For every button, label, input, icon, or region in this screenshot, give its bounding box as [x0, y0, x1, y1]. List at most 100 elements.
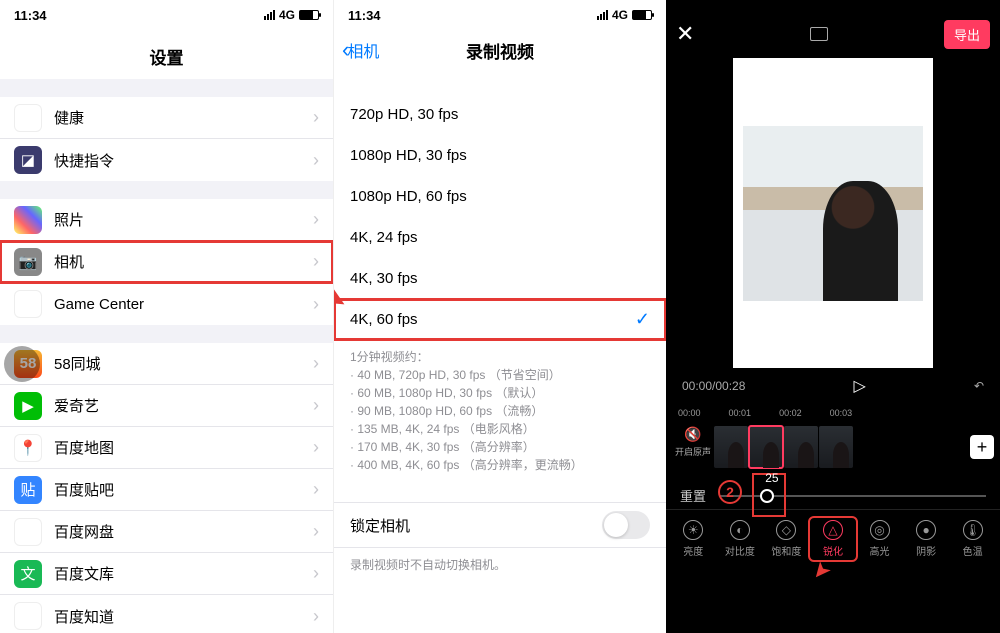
format-option[interactable]: 4K, 60 fps ✓: [334, 299, 666, 340]
play-button[interactable]: ▷: [854, 376, 866, 396]
app-icon: ♥: [14, 104, 42, 132]
adjust-shadows[interactable]: ●阴影: [905, 520, 947, 558]
settings-title: 设置: [0, 30, 333, 79]
app-58[interactable]: 5858同城›: [0, 343, 333, 385]
option-label: 4K, 60 fps: [350, 311, 418, 328]
app-icon: ☁: [14, 518, 42, 546]
chevron-right-icon: ›: [313, 563, 319, 584]
status-bar: 11:34 4G: [334, 0, 666, 30]
preview-canvas: [733, 58, 933, 368]
format-notes: 1分钟视频约： · 40 MB, 720p HD, 30 fps （节省空间）·…: [334, 340, 666, 474]
fullscreen-icon[interactable]: [810, 27, 828, 41]
clip-thumb[interactable]: [784, 426, 818, 468]
adjust-label: 高光: [870, 543, 890, 558]
option-label: 1080p HD, 30 fps: [350, 147, 467, 164]
chevron-right-icon: ›: [313, 395, 319, 416]
adjust-icon: △: [823, 520, 843, 540]
note-line: · 135 MB, 4K, 24 fps （电影风格）: [350, 420, 650, 438]
adjust-brightness[interactable]: ☀ 亮度: [672, 520, 714, 558]
reset-button[interactable]: 重置: [680, 486, 706, 505]
format-option[interactable]: 1080p HD, 60 fps: [334, 176, 666, 217]
close-button[interactable]: ✕: [676, 21, 694, 47]
app-baidu-map[interactable]: 📍百度地图›: [0, 427, 333, 469]
mute-toggle[interactable]: 🔇开启原声: [672, 426, 714, 458]
adjust-icon: ◐: [730, 520, 750, 540]
option-label: 4K, 30 fps: [350, 270, 418, 287]
app-icon: 知: [14, 602, 42, 630]
chevron-right-icon: ›: [313, 251, 319, 272]
adjust-highlights[interactable]: ◎ 高光: [859, 520, 901, 558]
app-baidu-pan[interactable]: ☁ 百度网盘›: [0, 511, 333, 553]
format-option[interactable]: 1080p HD, 30 fps: [334, 135, 666, 176]
app-icon: 贴: [14, 476, 42, 504]
note-line: · 90 MB, 1080p HD, 60 fps （流畅）: [350, 402, 650, 420]
format-option[interactable]: 4K, 24 fps: [334, 217, 666, 258]
lock-camera-label: 锁定相机: [350, 515, 410, 536]
undo-button[interactable]: ↶: [974, 379, 984, 393]
checkmark-icon: ✓: [635, 309, 650, 330]
adjust-label: 阴影: [916, 543, 936, 558]
status-time: 11:34: [348, 8, 381, 23]
battery-icon: [632, 10, 652, 20]
clip-thumb[interactable]: [749, 426, 783, 468]
clip-thumb[interactable]: [819, 426, 853, 468]
app-baidu-wenku[interactable]: 文百度文库›: [0, 553, 333, 595]
adjust-temperature[interactable]: 🌡 色温: [952, 520, 994, 558]
note-line: · 60 MB, 1080p HD, 30 fps （默认）: [350, 384, 650, 402]
signal-icon: [597, 10, 608, 20]
adjust-icon: ◎: [870, 520, 890, 540]
format-option[interactable]: 720p HD, 30 fps: [334, 94, 666, 135]
adjust-label: 色温: [963, 543, 983, 558]
app-icon: ▶: [14, 392, 42, 420]
row-label: 健康: [54, 107, 313, 128]
format-option[interactable]: 4K, 30 fps: [334, 258, 666, 299]
adjust-label: 对比度: [725, 543, 755, 558]
row-label: 百度贴吧: [54, 479, 313, 500]
settings-panel: 11:34 4G 设置 ♥ 健康 › ◪快捷指令› 照片›📷相机›◉Game Cente…: [0, 0, 333, 633]
settings-gamecenter[interactable]: ◉Game Center›: [0, 283, 333, 325]
clip-thumb[interactable]: [714, 426, 748, 468]
chevron-right-icon: ›: [313, 209, 319, 230]
video-editor-panel: ✕ 导出 00:00/00:28 ▷ ↶ 00:0000:0100:0200:0…: [666, 0, 1000, 633]
adjust-icon: 🌡: [963, 520, 983, 540]
slider-value: 25: [765, 471, 778, 485]
note-line: · 400 MB, 4K, 60 fps （高分辨率，更流畅）: [350, 456, 650, 474]
adjust-icon: ☀: [683, 520, 703, 540]
row-label: 58同城: [54, 353, 313, 374]
settings-health[interactable]: ♥健康›: [0, 97, 333, 139]
record-video-panel: 11:34 4G ‹相机 录制视频 ➤ 720p HD, 30 fps1080p…: [333, 0, 666, 633]
battery-icon: [299, 10, 319, 20]
add-clip-button[interactable]: +: [970, 435, 994, 459]
value-slider[interactable]: 25: [720, 495, 986, 497]
back-button[interactable]: ‹相机: [334, 37, 379, 63]
adjust-contrast[interactable]: ◐ 对比度: [719, 520, 761, 558]
signal-icon: [264, 10, 275, 20]
chevron-right-icon: ›: [313, 294, 319, 315]
app-baidu-tieba[interactable]: 贴百度贴吧›: [0, 469, 333, 511]
option-label: 4K, 24 fps: [350, 229, 418, 246]
chevron-right-icon: ›: [313, 521, 319, 542]
lock-camera-toggle[interactable]: [602, 511, 650, 539]
app-baidu-zhidao[interactable]: 知百度知道›: [0, 595, 333, 633]
timeline-clips[interactable]: [714, 426, 966, 468]
row-label: Game Center: [54, 296, 313, 313]
row-label: 相机: [54, 251, 313, 272]
adjust-sharpen[interactable]: △锐化: [812, 520, 854, 558]
chevron-right-icon: ›: [313, 606, 319, 627]
settings-photos[interactable]: 照片›: [0, 199, 333, 241]
slider-knob[interactable]: [760, 489, 774, 503]
app-icon: 文: [14, 560, 42, 588]
status-bar: 11:34 4G: [0, 0, 333, 30]
export-button[interactable]: 导出: [944, 20, 990, 49]
annotation-badge-2: 2: [718, 480, 742, 504]
app-icon: ◪: [14, 146, 42, 174]
lock-camera-desc: 录制视频时不自动切换相机。: [334, 548, 666, 574]
row-label: 百度地图: [54, 437, 313, 458]
app-icon: [14, 206, 42, 234]
settings-camera[interactable]: 📷相机›: [0, 241, 333, 283]
app-iqiyi[interactable]: ▶爱奇艺›: [0, 385, 333, 427]
adjust-saturation[interactable]: ◇饱和度: [765, 520, 807, 558]
row-label: 百度网盘: [54, 521, 313, 542]
adjust-label: 亮度: [683, 543, 703, 558]
settings-shortcuts[interactable]: ◪快捷指令›: [0, 139, 333, 181]
